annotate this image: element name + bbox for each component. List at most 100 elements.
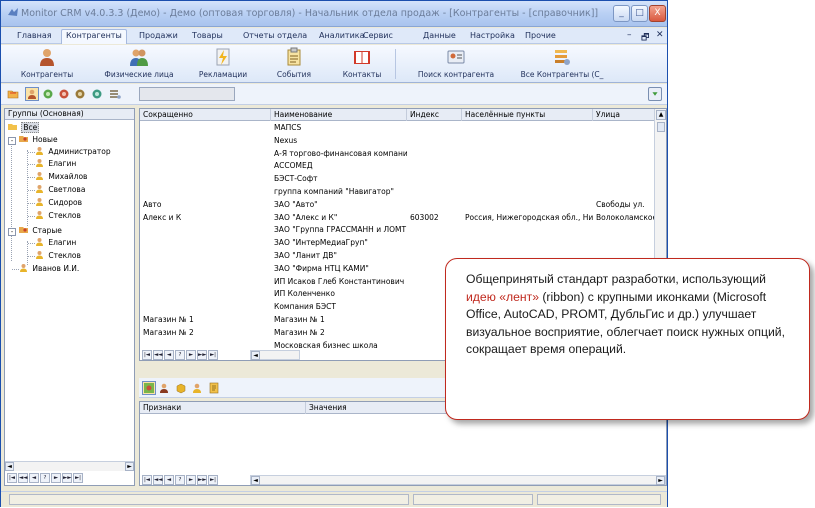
table-cell[interactable] bbox=[140, 159, 271, 172]
ribbon-all-counterparties-button[interactable]: Все Контрагенты (С_ bbox=[519, 47, 605, 79]
tree-node-user[interactable]: Елагин bbox=[35, 158, 76, 170]
table-cell[interactable]: ИП Исаков Глеб Константинович bbox=[271, 275, 407, 288]
table-cell[interactable] bbox=[593, 159, 656, 172]
expand-toggle[interactable]: - bbox=[8, 228, 16, 236]
nav-first-button[interactable]: |◄ bbox=[142, 350, 152, 360]
tab-counterparties[interactable]: Контрагенты bbox=[61, 29, 127, 44]
table-cell[interactable] bbox=[140, 223, 271, 236]
nav-prev-button[interactable]: ◄ bbox=[164, 350, 174, 360]
table-cell[interactable] bbox=[407, 134, 462, 147]
maximize-button[interactable]: □ bbox=[631, 5, 648, 22]
green-item-icon[interactable] bbox=[42, 88, 54, 100]
table-cell[interactable]: МАПСS bbox=[271, 121, 407, 134]
close-button[interactable]: X bbox=[649, 5, 666, 22]
tab-sales[interactable]: Продажи bbox=[135, 30, 182, 44]
table-cell[interactable] bbox=[407, 185, 462, 198]
list-settings-icon[interactable] bbox=[109, 88, 121, 100]
tab-service[interactable]: Сервис bbox=[359, 30, 397, 44]
details-horizontal-scrollbar[interactable]: ◄ ► bbox=[250, 475, 666, 485]
nav-prev-page-button[interactable]: ◄◄ bbox=[153, 475, 163, 485]
details-person-icon[interactable] bbox=[158, 382, 170, 394]
table-cell[interactable]: БЭСТ-Софт bbox=[271, 172, 407, 185]
table-cell[interactable] bbox=[462, 147, 593, 160]
details-contact-icon[interactable] bbox=[191, 382, 203, 394]
table-cell[interactable]: ЗАО "Фирма НТЦ КАМИ" bbox=[271, 262, 407, 275]
table-cell[interactable]: Россия, Нижегородская обл., Нижний bbox=[462, 211, 593, 224]
nav-prev-page-button[interactable]: ◄◄ bbox=[18, 473, 28, 483]
table-cell[interactable]: Свободы ул. bbox=[593, 198, 656, 211]
column-header[interactable]: Сокращенно bbox=[140, 109, 271, 121]
table-cell[interactable] bbox=[140, 249, 271, 262]
table-cell[interactable]: Авто bbox=[140, 198, 271, 211]
table-cell[interactable] bbox=[593, 121, 656, 134]
tree-node-user[interactable]: Администратор bbox=[35, 146, 111, 158]
nav-last-button[interactable]: ►| bbox=[208, 350, 218, 360]
table-cell[interactable]: ЗАО "Авто" bbox=[271, 198, 407, 211]
nav-prev-page-button[interactable]: ◄◄ bbox=[153, 350, 163, 360]
nav-first-button[interactable]: |◄ bbox=[142, 475, 152, 485]
table-cell[interactable] bbox=[462, 198, 593, 211]
nav-next-page-button[interactable]: ►► bbox=[62, 473, 72, 483]
teal-item-icon[interactable] bbox=[91, 88, 103, 100]
table-cell[interactable] bbox=[462, 134, 593, 147]
table-cell[interactable]: Алекс и К bbox=[140, 211, 271, 224]
mdi-minimize-button[interactable]: – bbox=[627, 30, 632, 40]
nav-help-button[interactable]: ? bbox=[175, 350, 185, 360]
column-header[interactable]: Наименование bbox=[271, 109, 407, 121]
table-cell[interactable]: АССОМЕД bbox=[271, 159, 407, 172]
details-properties-icon[interactable] bbox=[142, 381, 156, 395]
details-box-icon[interactable] bbox=[175, 382, 187, 394]
tab-data[interactable]: Данные bbox=[419, 30, 460, 44]
table-cell[interactable] bbox=[140, 287, 271, 300]
table-cell[interactable] bbox=[140, 147, 271, 160]
table-cell[interactable] bbox=[462, 223, 593, 236]
nav-first-button[interactable]: |◄ bbox=[7, 473, 17, 483]
tab-goods[interactable]: Товары bbox=[188, 30, 227, 44]
table-cell[interactable] bbox=[140, 300, 271, 313]
table-cell[interactable] bbox=[462, 185, 593, 198]
table-cell[interactable]: ЗАО "Группа ГРАССМАНН и ЛОМТ bbox=[271, 223, 407, 236]
table-cell[interactable] bbox=[407, 198, 462, 211]
nav-prev-button[interactable]: ◄ bbox=[29, 473, 39, 483]
tree-node-user[interactable]: Стеклов bbox=[35, 210, 81, 222]
tree-node-user[interactable]: Стеклов bbox=[35, 250, 81, 262]
tab-main[interactable]: Главная bbox=[13, 30, 56, 44]
ribbon-contacts-button[interactable]: Контакты bbox=[337, 47, 387, 79]
nav-help-button[interactable]: ? bbox=[175, 475, 185, 485]
ribbon-counterparties-button[interactable]: Контрагенты bbox=[15, 47, 79, 79]
filter-input[interactable] bbox=[139, 87, 235, 101]
nav-next-page-button[interactable]: ►► bbox=[197, 475, 207, 485]
tree-node-new[interactable]: Новые bbox=[19, 134, 58, 146]
table-cell[interactable] bbox=[593, 147, 656, 160]
nav-next-button[interactable]: ► bbox=[51, 473, 61, 483]
tree-horizontal-scrollbar[interactable]: ◄ ► bbox=[5, 461, 134, 471]
table-cell[interactable] bbox=[407, 121, 462, 134]
expand-toggle[interactable]: - bbox=[8, 137, 16, 145]
ribbon-search-counterparty-button[interactable]: Поиск контрагента bbox=[411, 47, 501, 79]
red-item-icon[interactable] bbox=[58, 88, 70, 100]
ribbon-individuals-button[interactable]: Физические лица bbox=[99, 47, 179, 79]
table-cell[interactable] bbox=[407, 159, 462, 172]
tree-node-all[interactable]: Все bbox=[8, 122, 40, 134]
tab-other[interactable]: Прочие bbox=[521, 30, 560, 44]
table-cell[interactable] bbox=[140, 185, 271, 198]
scroll-right-icon[interactable]: ► bbox=[656, 476, 665, 485]
table-cell[interactable] bbox=[407, 236, 462, 249]
table-cell[interactable] bbox=[140, 275, 271, 288]
mdi-close-button[interactable]: ✕ bbox=[656, 30, 664, 40]
details-note-icon[interactable] bbox=[208, 382, 220, 394]
tree-node-user[interactable]: Михайлов bbox=[35, 171, 87, 183]
nav-prev-button[interactable]: ◄ bbox=[164, 475, 174, 485]
table-cell[interactable]: ЗАО "ИнтерМедиаГруп" bbox=[271, 236, 407, 249]
table-cell[interactable] bbox=[140, 121, 271, 134]
table-cell[interactable] bbox=[140, 236, 271, 249]
table-cell[interactable] bbox=[462, 172, 593, 185]
table-cell[interactable]: 603002 bbox=[407, 211, 462, 224]
minimize-button[interactable]: _ bbox=[613, 5, 630, 22]
scroll-left-icon[interactable]: ◄ bbox=[251, 351, 260, 360]
tree-node-user[interactable]: Светлова bbox=[35, 184, 85, 196]
table-cell[interactable] bbox=[140, 262, 271, 275]
table-cell[interactable]: Волоколамское bbox=[593, 211, 656, 224]
grid-horizontal-scrollbar[interactable]: ◄ bbox=[250, 350, 300, 360]
table-cell[interactable] bbox=[593, 185, 656, 198]
